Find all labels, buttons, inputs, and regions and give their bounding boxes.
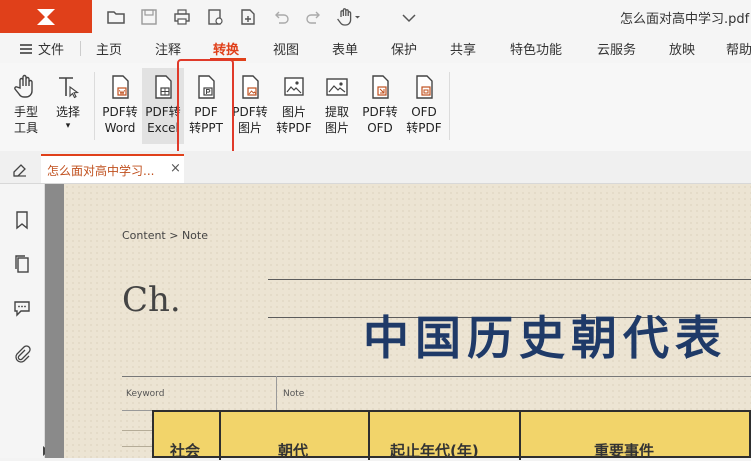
- pdf-to-ofd-label-2: OFD: [367, 121, 393, 135]
- print-icon[interactable]: [172, 7, 192, 27]
- pdf-to-image-button[interactable]: PDF转 图片: [228, 74, 272, 136]
- foxit-logo-icon: [37, 9, 55, 25]
- column-divider: [276, 376, 277, 411]
- properties-icon[interactable]: [205, 7, 225, 27]
- note-label: Note: [283, 389, 305, 399]
- pdf-to-excel-icon: [155, 75, 172, 99]
- hamburger-menu-icon[interactable]: [19, 43, 33, 55]
- attachment-icon[interactable]: [12, 344, 32, 364]
- menu-view[interactable]: 视图: [273, 39, 299, 58]
- keyword-label: Keyword: [126, 389, 165, 399]
- table-column-divider: [368, 412, 370, 460]
- menu-convert[interactable]: 转换: [213, 39, 239, 58]
- new-document-icon[interactable]: [238, 7, 258, 27]
- chapter-label: Ch.: [122, 280, 181, 320]
- ofd-to-pdf-icon: [416, 75, 433, 99]
- title-bar: 怎么面对高中学习.pdf -: [0, 0, 751, 34]
- comments-icon[interactable]: [12, 298, 32, 318]
- menu-divider: [80, 41, 81, 56]
- app-logo[interactable]: [0, 0, 92, 33]
- hand-tool-label-2: 工具: [13, 121, 38, 135]
- pdf-to-image-label-1: PDF转: [232, 105, 268, 119]
- menu-help[interactable]: 帮助: [726, 39, 751, 58]
- undo-icon[interactable]: [271, 7, 291, 27]
- pdf-to-word-button[interactable]: PDF转 Word: [98, 74, 142, 136]
- pdf-to-image-icon: [242, 75, 259, 99]
- pdf-to-ofd-button[interactable]: PDF转 OFD: [358, 74, 402, 136]
- header-rule: [268, 279, 751, 280]
- image-to-pdf-label-1: 图片: [281, 105, 306, 119]
- open-folder-icon[interactable]: [106, 7, 126, 27]
- save-icon[interactable]: [139, 7, 159, 27]
- menu-bar: 文件 主页 注释 转换 视图 表单 保护 共享 特色功能 云服务 放映 帮助: [0, 33, 751, 63]
- menu-cloud[interactable]: 云服务: [597, 39, 636, 58]
- bookmark-icon[interactable]: [12, 210, 32, 230]
- eraser-icon[interactable]: [11, 160, 29, 178]
- breadcrumb: Content > Note: [122, 229, 208, 242]
- ofd-to-pdf-label-2: 转PDF: [406, 121, 442, 135]
- select-tool-dropdown-arrow[interactable]: ▾: [46, 118, 90, 134]
- pdf-to-word-icon: [112, 75, 129, 99]
- extract-image-label-2: 图片: [324, 121, 349, 135]
- chevron-down-icon[interactable]: [399, 7, 419, 27]
- ofd-to-pdf-label-1: OFD: [411, 105, 437, 119]
- image-to-pdf-label-2: 转PDF: [276, 121, 312, 135]
- hand-icon: [14, 74, 33, 98]
- extract-image-label-1: 提取: [324, 105, 349, 119]
- ribbon-separator-end: [449, 72, 450, 140]
- image-to-pdf-button[interactable]: 图片 转PDF: [272, 74, 316, 136]
- menu-annotate[interactable]: 注释: [155, 39, 181, 58]
- hand-tool-button[interactable]: 手型 工具: [4, 74, 48, 136]
- document-tab[interactable]: 怎么面对高中学习... ×: [41, 154, 184, 183]
- menu-show[interactable]: 放映: [669, 39, 695, 58]
- ribbon-separator: [94, 72, 95, 140]
- image-to-pdf-icon: [284, 77, 304, 96]
- extract-image-button[interactable]: 提取 图片: [315, 74, 359, 136]
- menu-share[interactable]: 共享: [450, 39, 476, 58]
- hand-dropdown-icon[interactable]: [336, 7, 362, 27]
- close-tab-icon[interactable]: ×: [170, 161, 181, 176]
- window-title: 怎么面对高中学习.pdf -: [620, 12, 751, 27]
- document-tab-label: 怎么面对高中学习...: [47, 164, 155, 178]
- annotation-highlight-box: [177, 59, 234, 164]
- left-sidebar: [0, 184, 49, 458]
- ofd-to-pdf-button[interactable]: OFD 转PDF: [402, 74, 446, 136]
- menu-home[interactable]: 主页: [96, 39, 122, 58]
- pdf-to-image-label-2: 图片: [237, 121, 262, 135]
- menu-features[interactable]: 特色功能: [510, 39, 562, 58]
- dynasty-table: 社会 朝代 起止年代(年) 重要事件: [152, 410, 751, 460]
- menu-file[interactable]: 文件: [38, 39, 64, 58]
- section-rule: [122, 376, 751, 377]
- pdf-to-ofd-label-1: PDF转: [362, 105, 398, 119]
- pdf-to-word-label-2: Word: [104, 121, 136, 135]
- pages-icon[interactable]: [12, 254, 32, 274]
- table-column-divider: [219, 412, 221, 460]
- redo-icon[interactable]: [304, 7, 324, 27]
- pdf-to-ofd-icon: [372, 75, 389, 99]
- text-select-icon: [59, 77, 80, 99]
- hand-tool-label-1: 手型: [13, 105, 38, 119]
- select-tool-button[interactable]: 选择 ▾: [46, 74, 90, 134]
- pdf-to-word-label-1: PDF转: [102, 105, 138, 119]
- page-title: 中国历史朝代表: [363, 311, 727, 365]
- menu-form[interactable]: 表单: [332, 39, 358, 58]
- table-column-divider: [519, 412, 521, 460]
- menu-protect[interactable]: 保护: [391, 39, 417, 58]
- extract-image-icon: [326, 78, 348, 96]
